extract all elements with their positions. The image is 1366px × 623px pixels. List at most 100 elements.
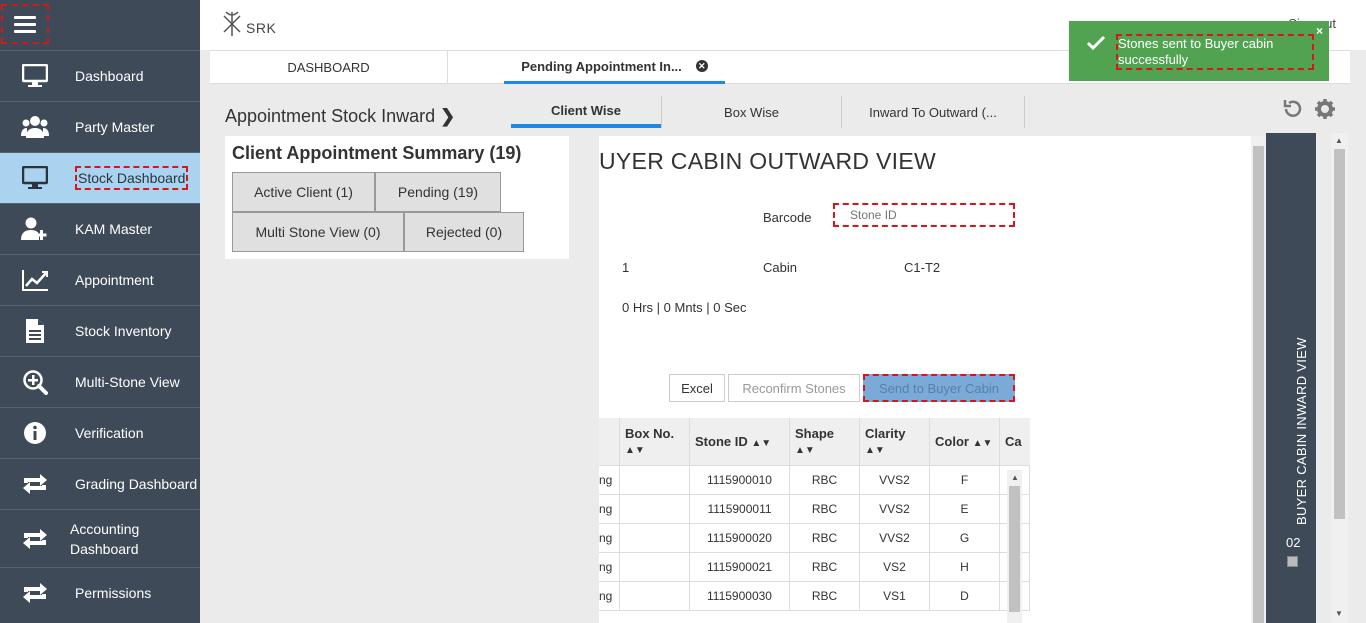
refresh-icon[interactable] [1282, 98, 1304, 120]
menu-icon-bar [14, 22, 36, 26]
multi-stone-view-button[interactable]: Multi Stone View (0) [232, 212, 404, 252]
tab-client-wise[interactable]: Client Wise [511, 96, 661, 128]
gear-icon[interactable] [1314, 98, 1336, 120]
close-toast-icon[interactable]: × [1316, 24, 1323, 38]
menu-icon-bar [14, 15, 36, 19]
sidebar-item-label: KAM Master [75, 221, 153, 237]
column-header-box-no[interactable]: Box No. ▲▼ [620, 418, 690, 466]
table-scrollbar[interactable]: ▲ [1007, 470, 1022, 623]
cell-clarity: VVS2 [860, 495, 930, 524]
table-scrollbar-thumb[interactable] [1009, 486, 1020, 612]
sort-icon: ▲▼ [625, 445, 645, 456]
page-scrollbar-thumb[interactable] [1334, 149, 1345, 519]
close-tab-icon[interactable]: ✕ [695, 60, 708, 72]
srk-logo[interactable]: SRK [220, 10, 276, 38]
excel-button[interactable]: Excel [669, 374, 725, 402]
hamburger-menu-button[interactable] [1, 4, 49, 44]
cell-color: F [930, 466, 1000, 495]
summary-title: Client Appointment Summary (19) [232, 143, 522, 163]
monitor-icon [20, 163, 50, 193]
cell-shape: RBC [790, 582, 860, 611]
sidebar: Dashboard Party Master Stock Dashboard K… [0, 0, 200, 623]
inward-checkbox[interactable] [1287, 556, 1298, 567]
cell-stone-id: 1115900010 [690, 466, 790, 495]
sidebar-item-kam-master[interactable]: KAM Master [0, 203, 200, 254]
sidebar-item-label: Stock Dashboard [75, 166, 189, 190]
pending-button[interactable]: Pending (19) [375, 172, 501, 212]
column-header-shape[interactable]: Shape ▲▼ [790, 418, 860, 466]
sidebar-item-label: Party Master [75, 119, 155, 135]
sidebar-item-label: Stock Inventory [75, 323, 172, 339]
line-chart-icon [20, 265, 50, 295]
sidebar-item-stock-dashboard[interactable]: Stock Dashboard [0, 152, 200, 203]
logo-text: SRK [246, 20, 277, 36]
sidebar-item-party-master[interactable]: Party Master [0, 101, 200, 152]
sidebar-item-stock-inventory[interactable]: Stock Inventory [0, 305, 200, 356]
buyer-cabin-inward-panel[interactable]: BUYER CABIN INWARD VIEW 02 [1266, 133, 1316, 623]
user-plus-icon [20, 214, 50, 244]
panel-scrollbar-thumb[interactable] [1253, 146, 1264, 623]
cell-status: ng [599, 582, 620, 611]
panel-title: UYER CABIN OUTWARD VIEW [599, 148, 937, 174]
sidebar-item-label: Multi-Stone View [75, 374, 180, 390]
chevron-right-icon: ❯ [440, 106, 456, 126]
scroll-down-arrow-icon[interactable]: ▼ [1335, 609, 1343, 618]
tab-label: DASHBOARD [287, 60, 370, 75]
reconfirm-stones-button[interactable]: Reconfirm Stones [728, 374, 860, 402]
rejected-button[interactable]: Rejected (0) [404, 212, 524, 252]
monitor-icon [20, 61, 50, 91]
cell-color: D [930, 582, 1000, 611]
sidebar-item-label: Permissions [75, 584, 152, 601]
sidebar-item-label: Dashboard [75, 68, 144, 84]
sidebar-item-verification[interactable]: Verification [0, 407, 200, 458]
sidebar-item-label: Verification [75, 425, 144, 441]
scroll-up-arrow-icon[interactable]: ▲ [1011, 473, 1019, 482]
tab-box-wise[interactable]: Box Wise [661, 96, 842, 128]
cell-color: H [930, 553, 1000, 582]
sidebar-item-dashboard[interactable]: Dashboard [0, 50, 200, 101]
column-header-clarity[interactable]: Clarity ▲▼ [860, 418, 930, 466]
cabin-value: C1-T2 [904, 260, 941, 275]
toast-message: Stones sent to Buyer cabin successfully [1116, 34, 1314, 70]
tab-inward-to-outward[interactable]: Inward To Outward (... [842, 96, 1025, 128]
cell-box-no [620, 582, 690, 611]
active-client-button[interactable]: Active Client (1) [232, 172, 375, 212]
sidebar-item-label: Accounting Dashboard [70, 520, 140, 557]
cell-color: E [930, 495, 1000, 524]
send-to-buyer-cabin-button[interactable]: Send to Buyer Cabin [863, 374, 1015, 402]
barcode-input[interactable] [833, 203, 1015, 227]
sidebar-item-permissions[interactable]: Permissions [0, 567, 200, 617]
cell-clarity: VVS2 [860, 524, 930, 553]
sidebar-item-appointment[interactable]: Appointment [0, 254, 200, 305]
check-icon [1086, 35, 1106, 54]
sidebar-item-grading-dashboard[interactable]: Grading Dashboard [0, 458, 200, 509]
document-icon [20, 316, 50, 346]
sidebar-item-multi-stone-view[interactable]: Multi-Stone View [0, 356, 200, 407]
scroll-up-arrow-icon[interactable]: ▲ [1335, 136, 1343, 145]
tab-pending-appointment[interactable]: Pending Appointment In... ✕ [504, 51, 725, 84]
cell-clarity: VVS2 [860, 466, 930, 495]
column-header-color[interactable]: Color ▲▼ [930, 418, 1000, 466]
cell-box-no [620, 466, 690, 495]
sidebar-item-accounting-dashboard[interactable]: Accounting Dashboard [0, 509, 200, 567]
panel-scrollbar[interactable] [1251, 136, 1266, 623]
column-header-carat[interactable]: Ca [1000, 418, 1030, 466]
cell-stone-id: 1115900011 [690, 495, 790, 524]
cell-shape: RBC [790, 466, 860, 495]
cell-clarity: VS1 [860, 582, 930, 611]
sort-icon: ▲▼ [795, 445, 815, 456]
cell-shape: RBC [790, 553, 860, 582]
page-scrollbar[interactable]: ▲ ▼ [1331, 133, 1348, 623]
tab-dashboard[interactable]: DASHBOARD [210, 51, 448, 84]
sidebar-top [0, 0, 200, 50]
column-header-stone-id[interactable]: Stone ID ▲▼ [690, 418, 790, 466]
sort-icon: ▲▼ [751, 438, 772, 449]
buyer-cabin-outward-panel: UYER CABIN OUTWARD VIEW Barcode 1 Cabin … [599, 136, 1251, 623]
sort-icon: ▲▼ [972, 438, 993, 449]
cell-stone-id: 1115900030 [690, 582, 790, 611]
srk-logo-icon [223, 11, 241, 36]
cell-status: ng [599, 524, 620, 553]
cell-color: G [930, 524, 1000, 553]
cell-status: ng [599, 495, 620, 524]
tab-label: Pending Appointment In... [521, 58, 682, 74]
